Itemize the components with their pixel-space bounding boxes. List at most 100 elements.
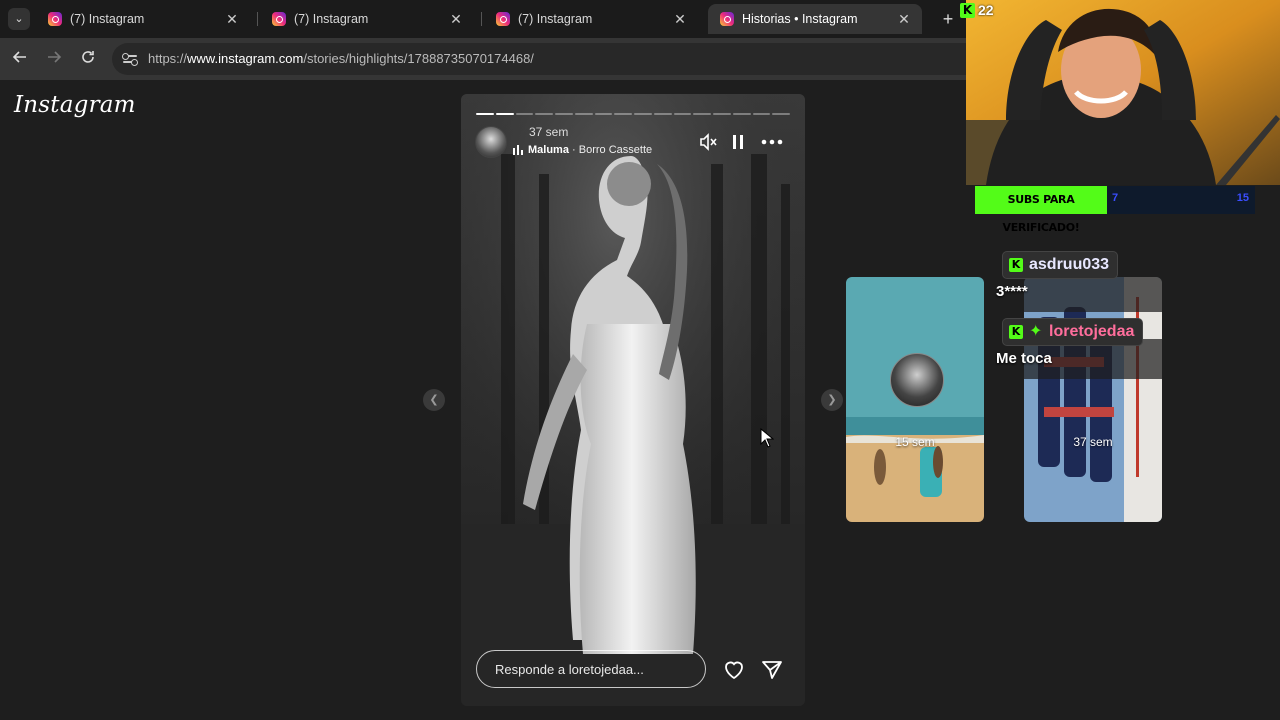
story-progress-segment: [594, 113, 613, 115]
heart-icon: [725, 661, 743, 680]
viewer-count: 22: [978, 2, 994, 18]
tab-3[interactable]: (7) Instagram ✕: [484, 4, 698, 34]
pause-button[interactable]: [727, 132, 749, 152]
story-progress-segment: [752, 113, 771, 115]
mute-button[interactable]: [697, 132, 719, 152]
instagram-favicon-icon: [48, 12, 62, 26]
new-tab-button[interactable]: +: [938, 8, 958, 30]
kick-viewer-badge: K 22: [956, 0, 998, 20]
send-icon: [762, 661, 782, 679]
speaker-muted-icon: [700, 133, 717, 151]
tab-title: (7) Instagram: [518, 12, 593, 26]
sub-goal-bar: SUBS PARA VERIFICADO! 7 15: [975, 186, 1255, 234]
kick-logo-icon: K: [1009, 325, 1023, 339]
music-separator: ·: [568, 144, 579, 156]
chat-username: loretojedaa: [1049, 323, 1135, 340]
story-reply-input[interactable]: [476, 650, 706, 688]
story-progress-segment: [495, 113, 514, 115]
tab-separator: [257, 12, 258, 26]
chat-text: Me toca: [996, 350, 1052, 367]
story-progress-segment: [476, 113, 494, 115]
back-button[interactable]: [10, 49, 30, 69]
address-bar[interactable]: https://www.instagram.com/stories/highli…: [112, 43, 992, 75]
webcam-overlay: [966, 0, 1280, 185]
story-progress-segment: [574, 113, 593, 115]
sub-goal-current: 7: [1112, 192, 1119, 204]
forward-button[interactable]: [44, 49, 64, 69]
subscriber-star-icon: ✦: [1029, 323, 1043, 340]
reload-button[interactable]: [78, 49, 98, 69]
story-progress-segment: [515, 113, 534, 115]
tab-2[interactable]: (7) Instagram ✕: [260, 4, 474, 34]
like-story-button[interactable]: [722, 658, 746, 682]
url-text[interactable]: https://www.instagram.com/stories/highli…: [148, 43, 534, 75]
chevron-down-icon: ⌄: [14, 13, 24, 25]
more-options-button[interactable]: [761, 132, 783, 152]
more-horizontal-icon: [761, 139, 783, 145]
share-story-button[interactable]: [760, 658, 784, 682]
close-icon[interactable]: ✕: [894, 11, 914, 28]
story-progress-segment: [555, 113, 573, 115]
chat-text: 3****: [996, 283, 1028, 300]
story-preview-next-1[interactable]: 15 sem: [846, 277, 984, 522]
music-song: Borro Cassette: [578, 144, 653, 156]
tab-title: (7) Instagram: [294, 12, 369, 26]
close-icon[interactable]: ✕: [222, 11, 242, 28]
preview-timestamp: 15 sem: [895, 435, 935, 449]
chat-username-badge: K asdruu033: [1003, 252, 1118, 278]
preview-image: [1024, 277, 1162, 522]
tab-4-active[interactable]: Historias • Instagram ✕: [708, 4, 922, 34]
story-progress-segment: [634, 113, 652, 115]
sub-goal-label: SUBS PARA VERIFICADO!: [975, 186, 1107, 234]
mouse-cursor-icon: [760, 428, 774, 448]
story-author-avatar[interactable]: [475, 126, 507, 158]
tab-title: (7) Instagram: [70, 12, 145, 26]
url-scheme: https://: [148, 51, 188, 66]
chat-username: asdruu033: [1029, 256, 1110, 273]
story-image: [461, 94, 805, 706]
story-progress-segment: [713, 113, 731, 115]
chevron-right-icon: ❯: [827, 394, 837, 406]
kick-logo-icon: K: [960, 2, 975, 18]
arrow-right-icon: [48, 51, 62, 63]
story-progress-segment: [693, 113, 711, 115]
tab-search-button[interactable]: ⌄: [8, 8, 30, 30]
story-progress-segment: [653, 113, 672, 115]
chat-username-badge: K ✦ loretojedaa: [1003, 319, 1143, 345]
story-timestamp: 37 sem: [529, 125, 569, 139]
preview-author-avatar: [890, 353, 944, 407]
previous-story-button[interactable]: ❮: [423, 389, 445, 411]
story-viewer[interactable]: 37 sem Maluma · Borro Cassette: [461, 94, 805, 706]
story-progress-segment: [614, 113, 632, 115]
story-progress-bar: [476, 113, 790, 115]
story-progress-segment: [535, 113, 553, 115]
instagram-favicon-icon: [720, 12, 734, 26]
story-progress-segment: [673, 113, 692, 115]
close-icon[interactable]: ✕: [446, 11, 466, 28]
next-story-button[interactable]: ❯: [821, 389, 843, 411]
reload-icon: [82, 51, 94, 63]
music-bars-icon: [513, 145, 523, 155]
story-music-label[interactable]: Maluma · Borro Cassette: [528, 144, 652, 156]
kick-logo-icon: K: [1009, 258, 1023, 272]
site-settings-icon[interactable]: [122, 51, 138, 67]
pause-icon: [733, 135, 743, 149]
preview-timestamp: 37 sem: [1073, 435, 1113, 449]
url-host: www.instagram.com: [187, 51, 304, 66]
tab-separator: [481, 12, 482, 26]
story-progress-segment: [772, 113, 790, 115]
webcam-feed-image: [966, 0, 1280, 185]
music-artist: Maluma: [528, 144, 569, 156]
sub-goal-target: 15: [1236, 192, 1249, 204]
chevron-left-icon: ❮: [429, 394, 439, 406]
story-preview-next-2[interactable]: 37 sem: [1024, 277, 1162, 522]
story-progress-segment: [732, 113, 751, 115]
instagram-logo[interactable]: Instagram: [14, 92, 136, 118]
tab-1[interactable]: (7) Instagram ✕: [36, 4, 250, 34]
instagram-favicon-icon: [496, 12, 510, 26]
url-path: /stories/highlights/17888735070174468/: [303, 51, 534, 66]
close-icon[interactable]: ✕: [670, 11, 690, 28]
tab-title: Historias • Instagram: [742, 12, 858, 26]
instagram-favicon-icon: [272, 12, 286, 26]
arrow-left-icon: [12, 51, 26, 63]
